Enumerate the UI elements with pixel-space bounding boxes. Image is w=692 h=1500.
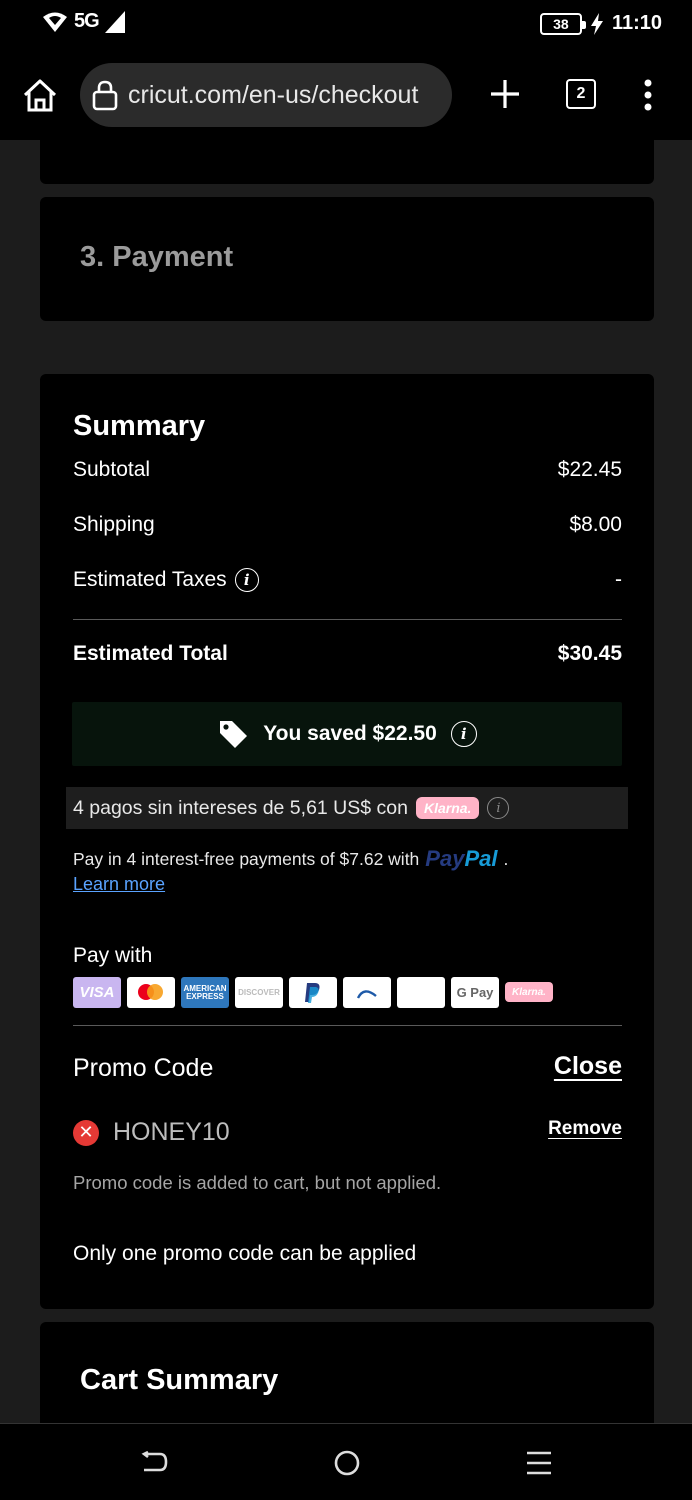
more-menu-icon[interactable] bbox=[638, 78, 658, 112]
status-right: 38 11:10 bbox=[539, 12, 662, 35]
paypal-period: . bbox=[503, 848, 509, 869]
savings-info-icon[interactable]: i bbox=[450, 721, 477, 747]
subtotal-row: Subtotal $22.45 bbox=[73, 458, 622, 482]
apple-pay-icon bbox=[397, 977, 445, 1008]
clock: 11:10 bbox=[611, 12, 662, 34]
wifi-icon bbox=[43, 12, 67, 32]
paypal-text: Pay in 4 interest-free payments of $7.62… bbox=[73, 848, 420, 869]
mastercard-icon bbox=[127, 977, 175, 1008]
discover-card-icon: DISCOVER bbox=[235, 977, 283, 1008]
total-row: Estimated Total $30.45 bbox=[73, 642, 622, 666]
paypal-logo: PayPal bbox=[425, 846, 497, 872]
shipping-value: $8.00 bbox=[569, 513, 622, 536]
lock-icon bbox=[92, 80, 118, 111]
previous-section-card bbox=[40, 140, 654, 184]
home-icon[interactable] bbox=[20, 76, 60, 116]
klarna-badge: Klarna. bbox=[415, 797, 480, 819]
paypal-logo-pal: Pal bbox=[464, 846, 498, 871]
paypal-card-icon bbox=[289, 977, 337, 1008]
shipping-row: Shipping $8.00 bbox=[73, 513, 622, 537]
summary-card: Summary Subtotal $22.45 Shipping $8.00 E… bbox=[40, 374, 654, 1309]
total-label: Estimated Total bbox=[73, 642, 228, 665]
status-bar: 5G 38 11:10 bbox=[0, 0, 692, 50]
promo-warning-text: Promo code is added to cart, but not app… bbox=[73, 1172, 442, 1193]
learn-more-link[interactable]: Learn more bbox=[73, 874, 165, 895]
taxes-label: Estimated Taxes bbox=[73, 568, 227, 591]
charging-icon bbox=[590, 12, 603, 35]
klarna-installments[interactable]: 4 pagos sin intereses de 5,61 US$ con Kl… bbox=[66, 787, 628, 829]
battery-icon: 38 bbox=[539, 12, 586, 35]
applied-promo-code: ✕ HONEY10 bbox=[73, 1118, 230, 1147]
paypal-installments: Pay in 4 interest-free payments of $7.62… bbox=[73, 846, 508, 872]
savings-banner: You saved $22.50 i bbox=[72, 702, 622, 766]
promo-limit-text: Only one promo code can be applied bbox=[73, 1242, 417, 1265]
browser-toolbar: cricut.com/en-us/checkout 2 bbox=[0, 50, 692, 140]
system-nav-bar bbox=[0, 1423, 692, 1500]
subtotal-label: Subtotal bbox=[73, 458, 151, 481]
taxes-value: - bbox=[615, 568, 622, 591]
summary-title: Summary bbox=[73, 410, 206, 442]
new-tab-icon[interactable] bbox=[488, 77, 522, 111]
payment-section-title: 3. Payment bbox=[80, 241, 234, 273]
taxes-label-group: Estimated Taxes i bbox=[73, 568, 259, 592]
klarna-text: 4 pagos sin intereses de 5,61 US$ con bbox=[73, 796, 408, 819]
back-icon[interactable] bbox=[138, 1448, 168, 1478]
url-text: cricut.com/en-us/checkout bbox=[128, 80, 419, 109]
error-icon: ✕ bbox=[73, 1119, 99, 1146]
cart-summary-card[interactable]: Cart Summary bbox=[40, 1322, 654, 1432]
status-left: 5G bbox=[42, 10, 125, 33]
taxes-info-icon[interactable]: i bbox=[234, 568, 259, 592]
network-type: 5G bbox=[74, 10, 100, 32]
google-pay-icon: G Pay bbox=[451, 977, 499, 1008]
taxes-row: Estimated Taxes i - bbox=[73, 568, 622, 592]
payment-methods: VISA AMERICAN EXPRESS DISCOVER G Pay Kla… bbox=[73, 977, 553, 1008]
shipping-label: Shipping bbox=[73, 513, 155, 536]
savings-text: You saved $22.50 bbox=[263, 722, 437, 745]
payment-section-card[interactable]: 3. Payment bbox=[40, 197, 654, 321]
summary-divider bbox=[73, 619, 622, 620]
recent-apps-icon[interactable] bbox=[524, 1448, 554, 1478]
remove-promo-button[interactable]: Remove bbox=[548, 1118, 622, 1140]
paypal-logo-pay: Pay bbox=[425, 846, 465, 871]
tab-switcher-button[interactable]: 2 bbox=[566, 79, 596, 109]
home-nav-icon[interactable] bbox=[332, 1448, 362, 1478]
visa-card-icon: VISA bbox=[73, 977, 121, 1008]
subtotal-value: $22.45 bbox=[557, 458, 622, 481]
signal-icon bbox=[104, 10, 125, 33]
diners-card-icon bbox=[343, 977, 391, 1008]
pay-with-label: Pay with bbox=[73, 944, 153, 967]
total-value: $30.45 bbox=[557, 642, 622, 665]
cart-summary-title: Cart Summary bbox=[80, 1364, 279, 1396]
battery-level: 38 bbox=[553, 15, 569, 32]
promo-code-title: Promo Code bbox=[73, 1054, 214, 1082]
klarna-card-icon: Klarna. bbox=[505, 982, 553, 1002]
promo-code-value: HONEY10 bbox=[113, 1118, 230, 1146]
promo-close-button[interactable]: Close bbox=[554, 1052, 622, 1081]
tab-count: 2 bbox=[576, 85, 586, 102]
amex-card-icon: AMERICAN EXPRESS bbox=[181, 977, 229, 1008]
address-bar[interactable]: cricut.com/en-us/checkout bbox=[80, 63, 452, 127]
paywith-divider bbox=[73, 1025, 622, 1026]
klarna-info-icon[interactable]: i bbox=[487, 797, 510, 819]
tag-icon bbox=[220, 721, 248, 748]
